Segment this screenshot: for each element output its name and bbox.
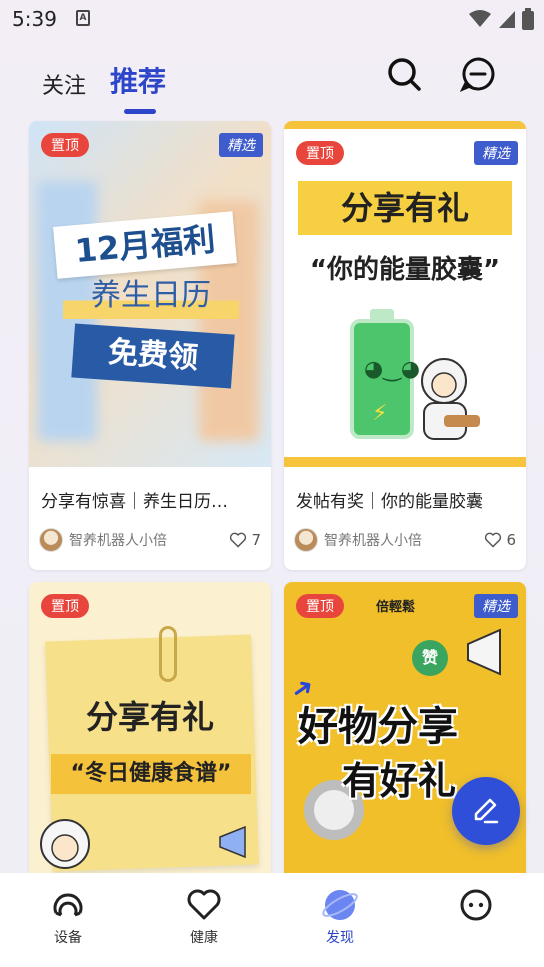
megaphone-icon [219,825,246,859]
mascot-illustration [421,358,480,440]
status-time: 5:39 [12,7,57,31]
cover-headline: 好物分享 [298,704,458,750]
heart-icon [485,532,502,548]
cover-headline: 分享有礼 [298,181,512,235]
tab-follow[interactable]: 关注 [42,68,86,106]
nav-device[interactable]: 设备 [0,873,136,967]
nav-label: 健康 [190,930,218,946]
battery-face-icon: ◕‿◕ [364,357,421,382]
edit-icon [474,798,499,824]
author-name: 智养机器人小倍 [69,533,167,549]
nav-profile[interactable] [408,873,544,967]
post-meta: 智养机器人小倍 7 [29,512,271,552]
battery-icon [522,8,534,30]
nav-health[interactable]: 健康 [136,873,272,967]
heart-icon [230,532,247,548]
like-button[interactable]: 7 [229,531,261,549]
cover-subline: “你的能量胶囊” [309,255,501,285]
post-title: 分享有惊喜｜养生日历… [41,492,228,512]
feed-tabs: 关注 推荐 [42,60,167,114]
post-meta: 智养机器人小倍 6 [284,512,526,552]
post-cover: 分享有礼 “冬日健康食谱” 置顶 [29,582,271,882]
tab-recommend[interactable]: 推荐 [110,60,167,114]
post-card[interactable]: 12月福利 养生日历 免费领 置顶 精选 分享有惊喜｜养生日历… 智养机器人小倍… [29,121,271,570]
featured-badge: 精选 [474,141,518,165]
wifi-icon [469,10,491,27]
cover-headline: 分享有礼 [85,698,214,736]
cover-subline: 养生日历 [63,273,239,319]
cover-subline: “冬日健康食谱” [51,754,251,794]
pinned-badge: 置顶 [296,594,344,618]
discover-icon [322,890,358,920]
post-cover: 分享有礼 “你的能量胶囊” ◕‿◕ ⚡ 置顶 精选 [284,121,526,467]
signal-icon [499,11,515,28]
avatar [39,528,63,552]
pinned-badge: 置顶 [41,594,89,618]
nav-discover[interactable]: 发现 [272,873,408,967]
message-icon[interactable] [460,56,496,92]
compose-button[interactable] [452,777,520,845]
post-title: 发帖有奖｜你的能量胶囊 [296,492,483,512]
nav-label: 发现 [326,930,354,946]
search-icon[interactable] [386,56,422,92]
cover-banner: 免费领 [71,323,235,389]
bottom-nav: 设备 健康 发现 [0,873,544,967]
brand-logo: 倍輕鬆 [376,600,416,615]
post-card[interactable]: 分享有礼 “冬日健康食谱” 置顶 [29,582,271,882]
author-name: 智养机器人小倍 [324,533,422,549]
cover-bottom-stripe [284,457,526,467]
nav-label: 设备 [54,930,82,946]
notification-icon: A [76,10,90,26]
status-bar: 5:39 A [0,0,544,40]
bolt-icon: ⚡ [372,401,388,426]
post-cover: 12月福利 养生日历 免费领 置顶 精选 [29,121,271,467]
avatar [294,528,318,552]
status-indicators [468,8,534,30]
heart-icon [187,889,221,920]
featured-badge: 精选 [219,133,263,157]
profile-icon [460,889,492,921]
paperclip-icon [159,626,177,682]
like-button[interactable]: 6 [484,531,516,549]
like-count: 7 [251,531,261,549]
like-count: 6 [506,531,516,549]
pinned-badge: 置顶 [296,141,344,165]
pinned-badge: 置顶 [41,133,89,157]
featured-badge: 精选 [474,594,518,618]
post-card[interactable]: 分享有礼 “你的能量胶囊” ◕‿◕ ⚡ 置顶 精选 发帖有奖｜你的能量胶囊 智养… [284,121,526,570]
tab-indicator [124,109,157,114]
mascot-illustration [40,819,90,869]
cover-subline: 有好礼 [342,759,457,803]
like-badge-illustration: 赞 [412,640,448,676]
megaphone-icon [467,628,501,676]
device-icon [53,893,83,917]
tab-recommend-label: 推荐 [110,65,167,98]
